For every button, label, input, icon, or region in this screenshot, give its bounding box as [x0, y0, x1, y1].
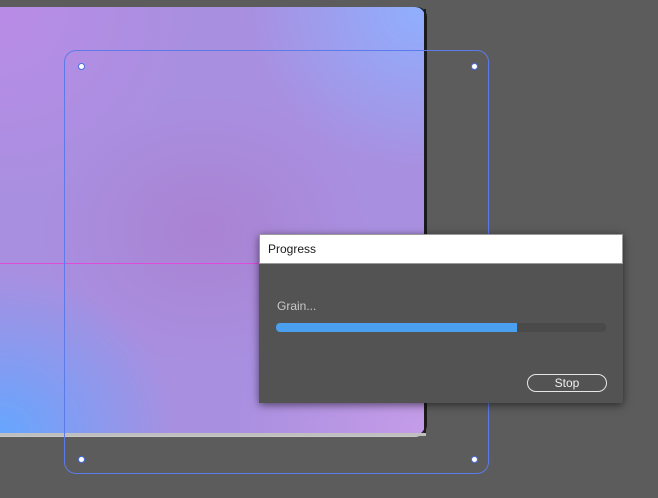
selection-handle-bottom-right[interactable]: [471, 456, 478, 463]
progress-bar-fill: [276, 323, 517, 332]
dialog-body: Grain... Stop: [259, 264, 623, 403]
progress-status-text: Grain...: [277, 299, 317, 313]
dialog-title: Progress: [268, 242, 317, 256]
selection-handle-top-right[interactable]: [471, 63, 478, 70]
progress-dialog: Progress Grain... Stop: [259, 234, 623, 403]
selection-handle-top-left[interactable]: [78, 63, 85, 70]
stop-button[interactable]: Stop: [527, 374, 607, 392]
selection-handle-bottom-left[interactable]: [78, 456, 85, 463]
canvas-workspace[interactable]: Progress Grain... Stop: [0, 0, 658, 498]
dialog-titlebar[interactable]: Progress: [259, 234, 623, 264]
progress-bar: [276, 323, 606, 332]
